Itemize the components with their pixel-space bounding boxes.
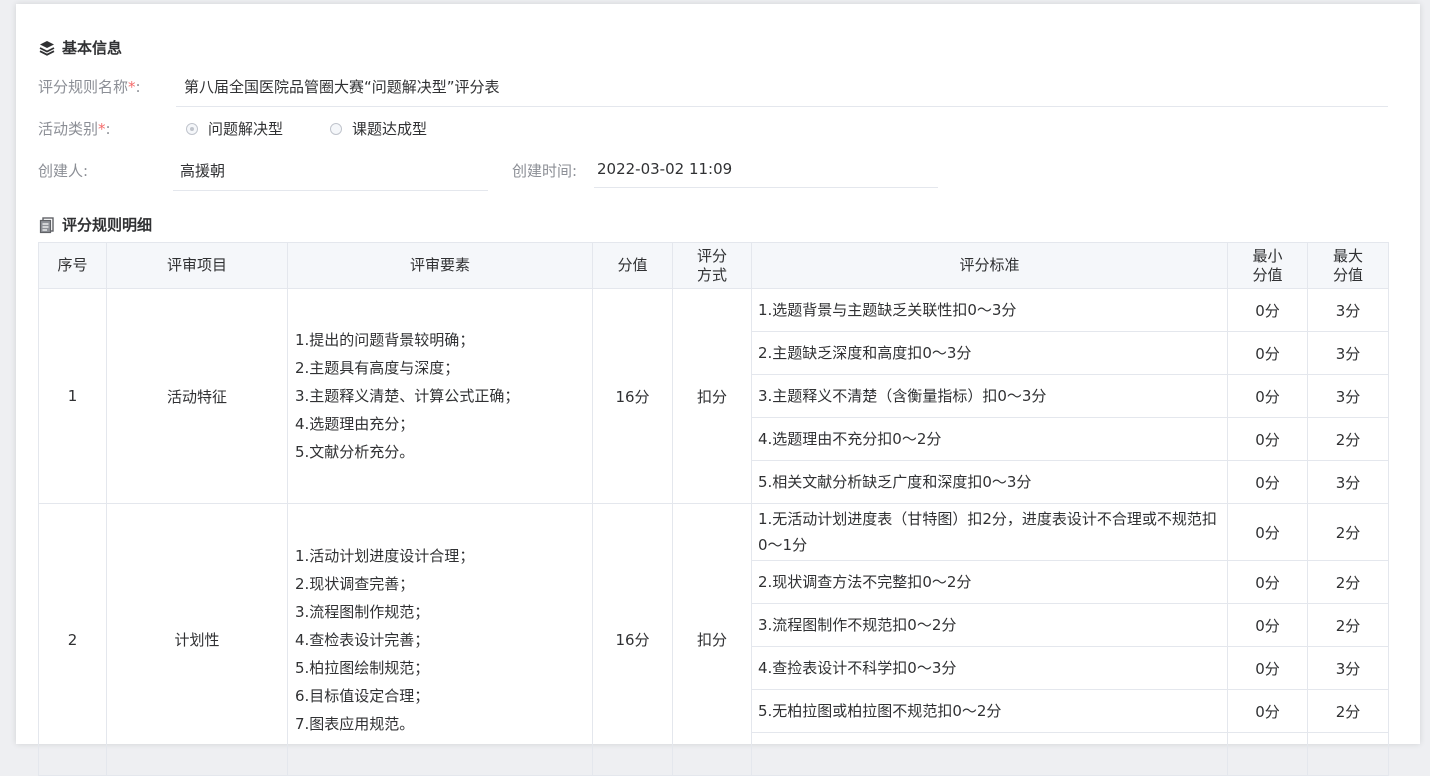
cell-standard: 1.选题背景与主题缺乏关联性扣0～3分 xyxy=(751,288,1228,332)
cell-max: 2分 xyxy=(1307,417,1389,461)
table-header-row: 序号 评审项目 评审要素 分值 评分 方式 评分标准 最小 分值 最大 分值 xyxy=(38,242,1389,289)
header-max: 最大 分值 xyxy=(1307,242,1389,289)
cell-min: 0分 xyxy=(1227,460,1308,504)
cell-standard: 3.主题释义不清楚（含衡量指标）扣0～3分 xyxy=(751,374,1228,418)
cell-standard: 4.查捡表设计不科学扣0～3分 xyxy=(751,646,1228,690)
header-seq: 序号 xyxy=(38,242,107,289)
cell-max: 2分 xyxy=(1307,689,1389,733)
radio-unselected-icon xyxy=(330,122,342,135)
created-time-field[interactable]: 2022-03-02 11:09 xyxy=(594,160,938,188)
cell-method: 扣分 xyxy=(672,288,752,504)
cell-method: 扣分 xyxy=(672,503,752,776)
basic-info-title-text: 基本信息 xyxy=(62,39,123,57)
cell-min: 0分 xyxy=(1227,288,1308,332)
radio-selected-icon xyxy=(186,122,198,135)
cell-standard: 5.相关文献分析缺乏广度和深度扣0～3分 xyxy=(751,460,1228,504)
header-elements: 评审要素 xyxy=(287,242,593,289)
cell-min: 0分 xyxy=(1227,503,1308,561)
cell-min xyxy=(1227,732,1308,776)
required-mark: * xyxy=(128,78,136,96)
cell-standard: 5.无柏拉图或柏拉图不规范扣0～2分 xyxy=(751,689,1228,733)
cell-standard: 3.流程图制作不规范扣0～2分 xyxy=(751,603,1228,647)
cell-standard: 1.无活动计划进度表（甘特图）扣2分，进度表设计不合理或不规范扣0～1分 xyxy=(751,503,1228,561)
header-score: 分值 xyxy=(592,242,673,289)
cell-min: 0分 xyxy=(1227,331,1308,375)
creator-label: 创建人: xyxy=(38,162,89,180)
required-mark: * xyxy=(98,120,106,138)
table-row: 2 计划性 1.活动计划进度设计合理； 2.现状调查完善； 3.流程图制作规范；… xyxy=(38,503,1389,776)
header-min: 最小 分值 xyxy=(1227,242,1308,289)
main-panel: 基本信息 评分规则名称*: 第八届全国医院品管圈大赛“问题解决型”评分表 活动类… xyxy=(16,4,1420,776)
cell-min: 0分 xyxy=(1227,560,1308,604)
cell-standard: 2.现状调查方法不完整扣0～2分 xyxy=(751,560,1228,604)
created-time-label: 创建时间: xyxy=(512,162,578,180)
layers-icon xyxy=(38,39,56,57)
header-standard: 评分标准 xyxy=(751,242,1228,289)
cell-max: 2分 xyxy=(1307,560,1389,604)
header-item: 评审项目 xyxy=(106,242,288,289)
cell-item: 计划性 xyxy=(106,503,288,776)
cell-min: 0分 xyxy=(1227,689,1308,733)
cell-max: 3分 xyxy=(1307,374,1389,418)
radio-problem-solving[interactable]: 问题解决型 xyxy=(186,118,283,139)
rule-name-field[interactable]: 第八届全国医院品管圈大赛“问题解决型”评分表 xyxy=(176,76,1388,107)
cell-item: 活动特征 xyxy=(106,288,288,504)
rule-name-label: 评分规则名称*: xyxy=(38,78,141,96)
cell-standard: 2.主题缺乏深度和高度扣0～3分 xyxy=(751,331,1228,375)
creator-field[interactable]: 高援朝 xyxy=(173,160,488,191)
cell-score: 16分 xyxy=(592,503,673,776)
rule-detail-section-title: 评分规则明细 xyxy=(38,214,152,235)
cell-min: 0分 xyxy=(1227,646,1308,690)
cell-max: 2分 xyxy=(1307,503,1389,561)
cell-max: 3分 xyxy=(1307,331,1389,375)
radio-task-achieving[interactable]: 课题达成型 xyxy=(330,118,427,139)
cell-max xyxy=(1307,732,1389,776)
basic-info-section-title: 基本信息 xyxy=(38,37,122,58)
cell-max: 3分 xyxy=(1307,646,1389,690)
cell-min: 0分 xyxy=(1227,374,1308,418)
cell-elements: 1.提出的问题背景较明确； 2.主题具有高度与深度； 3.主题释义清楚、计算公式… xyxy=(287,288,593,504)
cell-seq: 2 xyxy=(38,503,107,776)
cell-max: 2分 xyxy=(1307,603,1389,647)
cell-elements: 1.活动计划进度设计合理； 2.现状调查完善； 3.流程图制作规范； 4.查检表… xyxy=(287,503,593,776)
table-row: 1 活动特征 1.提出的问题背景较明确； 2.主题具有高度与深度； 3.主题释义… xyxy=(38,288,1389,504)
header-method: 评分 方式 xyxy=(672,242,752,289)
cell-min: 0分 xyxy=(1227,417,1308,461)
rule-detail-title-text: 评分规则明细 xyxy=(62,216,153,234)
cell-min: 0分 xyxy=(1227,603,1308,647)
document-icon xyxy=(38,216,56,234)
rule-detail-table: 序号 评审项目 评审要素 分值 评分 方式 评分标准 最小 分值 最大 分值 1 活动… xyxy=(38,242,1389,776)
cell-score: 16分 xyxy=(592,288,673,504)
cell-standard: 4.选题理由不充分扣0～2分 xyxy=(751,417,1228,461)
cell-standard xyxy=(751,732,1228,776)
cell-max: 3分 xyxy=(1307,460,1389,504)
cell-max: 3分 xyxy=(1307,288,1389,332)
activity-type-label: 活动类别*: xyxy=(38,120,111,138)
cell-seq: 1 xyxy=(38,288,107,504)
